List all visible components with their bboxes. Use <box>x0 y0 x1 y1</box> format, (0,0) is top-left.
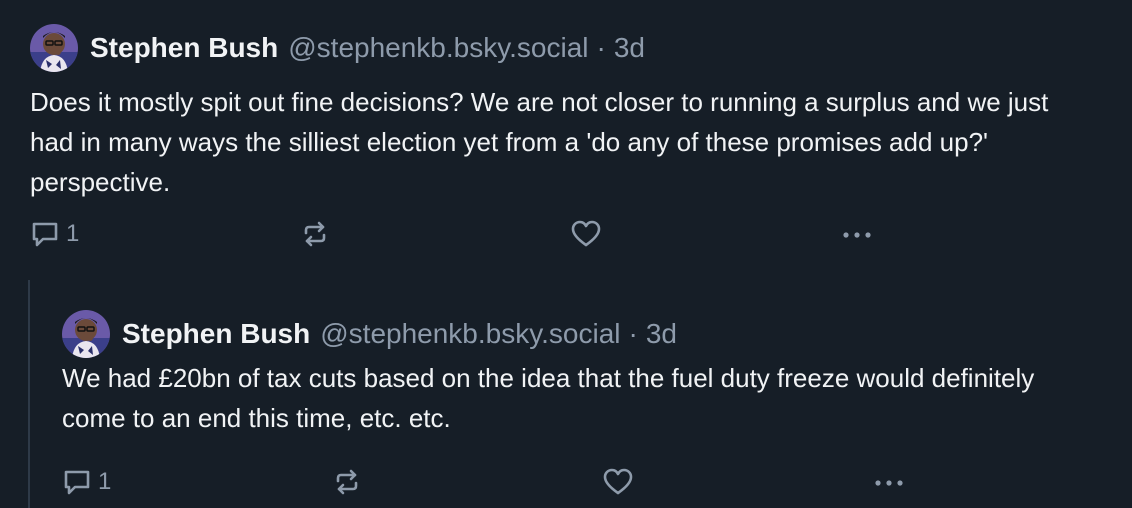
reply-count: 1 <box>98 468 112 495</box>
like-button[interactable] <box>570 214 602 254</box>
more-dots-icon <box>840 219 874 249</box>
thread-view: Stephen Bush @stephenkb.bsky.social · 3d… <box>0 0 1132 508</box>
thread-connector-line <box>28 280 30 508</box>
post-text: Does it mostly spit out fine decisions? … <box>30 87 1049 197</box>
post-header: Stephen Bush @stephenkb.bsky.social · 3d <box>62 310 677 358</box>
more-options-button[interactable] <box>840 214 874 254</box>
like-button[interactable] <box>602 462 634 502</box>
heart-icon <box>570 219 602 249</box>
repost-icon <box>332 467 362 497</box>
post-actions: 1 <box>62 462 1062 502</box>
avatar[interactable] <box>62 310 110 358</box>
reply-count: 1 <box>66 220 80 247</box>
post-timestamp[interactable]: 3d <box>614 34 645 62</box>
meta-separator: · <box>628 318 638 349</box>
meta-separator: · <box>596 32 606 63</box>
post-text: We had £20bn of tax cuts based on the id… <box>62 363 1035 433</box>
author-handle[interactable]: @stephenkb.bsky.social <box>320 320 620 348</box>
author-display-name[interactable]: Stephen Bush <box>122 320 310 348</box>
repost-button[interactable] <box>332 462 362 502</box>
post-actions: 1 <box>30 214 1030 254</box>
speech-bubble-icon <box>30 219 60 249</box>
reply-button[interactable]: 1 <box>62 462 111 502</box>
post-timestamp[interactable]: 3d <box>646 320 677 348</box>
repost-icon <box>300 219 330 249</box>
avatar[interactable] <box>30 24 78 72</box>
heart-icon <box>602 467 634 497</box>
post-header: Stephen Bush @stephenkb.bsky.social · 3d <box>30 24 645 72</box>
more-options-button[interactable] <box>872 462 906 502</box>
speech-bubble-icon <box>62 467 92 497</box>
author-display-name[interactable]: Stephen Bush <box>90 34 278 62</box>
author-handle[interactable]: @stephenkb.bsky.social <box>288 34 588 62</box>
more-dots-icon <box>872 467 906 497</box>
repost-button[interactable] <box>300 214 330 254</box>
reply-button[interactable]: 1 <box>30 214 79 254</box>
